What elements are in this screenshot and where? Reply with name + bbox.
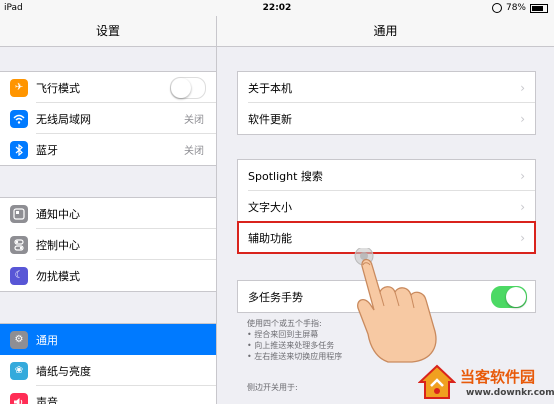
site-watermark: 当客软件园 www.downkr.com	[418, 364, 554, 404]
sidebar-item-label: 飞行模式	[36, 81, 80, 95]
settings-sidebar: 设置 ✈ 飞行模式 无线局域网 关闭 蓝牙 关闭 通知中心 控制中心 ☾ 勿扰模…	[0, 16, 217, 404]
spotlight-search-label: Spotlight 搜索	[248, 169, 323, 183]
bluetooth-icon	[10, 140, 28, 159]
text-size-label: 文字大小	[248, 200, 292, 214]
about-label: 关于本机	[248, 81, 292, 95]
battery-icon	[530, 3, 548, 13]
sidebar-title: 设置	[0, 16, 216, 47]
wifi-status: 关闭	[184, 115, 204, 126]
sidebar-item-label: 墙纸与亮度	[36, 364, 91, 378]
chevron-right-icon: ›	[520, 230, 525, 245]
sidebar-item-wifi[interactable]: 无线局域网 关闭	[0, 103, 216, 134]
sidebar-item-label: 蓝牙	[36, 143, 58, 157]
airplane-icon: ✈	[10, 78, 28, 97]
watermark-logo-icon	[418, 364, 456, 399]
about-update-group: 关于本机 › 软件更新 ›	[237, 71, 536, 135]
text-size-row[interactable]: 文字大小 ›	[238, 191, 535, 222]
tap-hand-icon	[354, 248, 437, 363]
search-text-accessibility-group: Spotlight 搜索 › 文字大小 › 辅助功能 ›	[237, 159, 536, 254]
chevron-right-icon: ›	[520, 199, 525, 214]
bluetooth-status: 关闭	[184, 146, 204, 157]
moon-icon: ☾	[10, 266, 28, 285]
sidebar-group-general: ⚙ 通用 ❀ 墙纸与亮度 声音	[0, 323, 216, 404]
sidebar-item-label: 通用	[36, 333, 58, 347]
sidebar-item-control-center[interactable]: 控制中心	[0, 229, 216, 260]
chevron-right-icon: ›	[520, 80, 525, 95]
sidebar-item-notification-center[interactable]: 通知中心	[0, 198, 216, 229]
sidebar-item-label: 无线局域网	[36, 112, 91, 126]
multitasking-footnote: 使用四个或五个手指: • 捏合来回到主屏幕 • 向上推送来处理多任务 • 左右推…	[247, 319, 343, 361]
wallpaper-icon: ❀	[10, 361, 28, 380]
main-title: 通用	[217, 16, 554, 47]
sidebar-item-airplane-mode[interactable]: ✈ 飞行模式	[0, 72, 216, 103]
sidebar-group-notifications: 通知中心 控制中心 ☾ 勿扰模式	[0, 197, 216, 292]
sidebar-item-general[interactable]: ⚙ 通用	[0, 324, 216, 355]
chevron-right-icon: ›	[520, 168, 525, 183]
about-row[interactable]: 关于本机 ›	[238, 72, 535, 103]
general-settings-panel: 通用 关于本机 › 软件更新 › Spotlight 搜索 › 文字大小 › 辅…	[217, 16, 554, 404]
multitasking-gestures-toggle[interactable]	[491, 285, 527, 308]
gear-icon: ⚙	[10, 330, 28, 349]
watermark-name: 当客软件园	[460, 368, 536, 386]
accessibility-label: 辅助功能	[248, 231, 292, 245]
sidebar-item-sounds[interactable]: 声音	[0, 386, 216, 404]
watermark-url: www.downkr.com	[466, 388, 554, 398]
notification-center-icon	[10, 204, 28, 223]
sidebar-item-bluetooth[interactable]: 蓝牙 关闭	[0, 134, 216, 165]
sidebar-item-label: 声音	[36, 395, 58, 404]
sidebar-item-label: 通知中心	[36, 207, 80, 221]
status-bar: iPad 22:02 78%	[0, 0, 554, 16]
spotlight-search-row[interactable]: Spotlight 搜索 ›	[238, 160, 535, 191]
clock: 22:02	[262, 3, 292, 13]
sidebar-item-label: 勿扰模式	[36, 269, 80, 283]
rotation-lock-icon	[491, 3, 502, 13]
airplane-mode-toggle[interactable]	[170, 76, 206, 99]
wifi-icon	[10, 109, 28, 128]
speaker-icon	[10, 392, 28, 404]
sidebar-item-wallpaper[interactable]: ❀ 墙纸与亮度	[0, 355, 216, 386]
software-update-row[interactable]: 软件更新 ›	[238, 103, 535, 134]
control-center-icon	[10, 235, 28, 254]
software-update-label: 软件更新	[248, 112, 292, 126]
sidebar-item-label: 控制中心	[36, 238, 80, 252]
side-switch-header: 侧边开关用于:	[247, 383, 298, 392]
battery-percent: 78%	[505, 3, 526, 13]
chevron-right-icon: ›	[520, 111, 525, 126]
sidebar-group-connectivity: ✈ 飞行模式 无线局域网 关闭 蓝牙 关闭	[0, 71, 216, 166]
sidebar-item-do-not-disturb[interactable]: ☾ 勿扰模式	[0, 260, 216, 291]
